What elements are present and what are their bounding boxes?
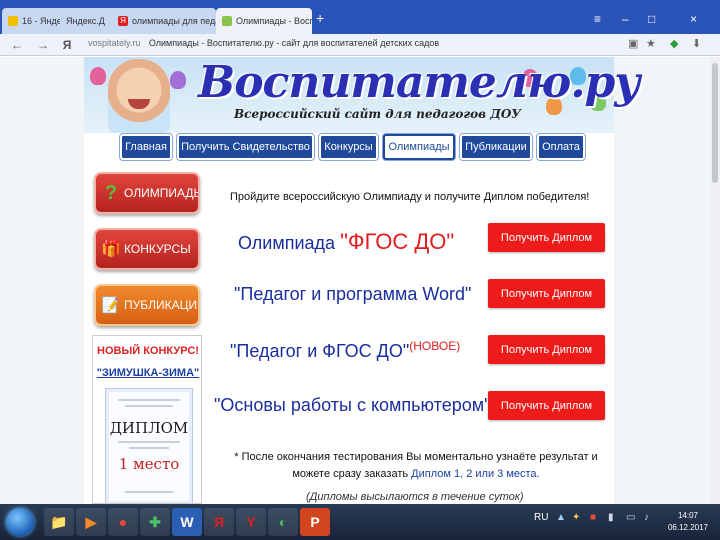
- diploma-preview: ДИПЛОМ 1 место: [105, 388, 193, 503]
- contest-link[interactable]: "ЗИМУШКА-ЗИМА": [93, 367, 201, 379]
- side-button-label: ОЛИМПИАДЫ: [124, 186, 200, 200]
- olympiad-prefix: Олимпиада: [238, 233, 341, 253]
- delivery-note: (Дипломы высылаются в течение суток): [306, 491, 524, 503]
- bookmark-star-icon[interactable]: ★: [646, 37, 656, 50]
- tab-yandex-2[interactable]: Яндекс.Д: [60, 8, 120, 34]
- yandex-browser-icon[interactable]: Y: [236, 508, 266, 536]
- chrome-icon[interactable]: ●: [108, 508, 138, 536]
- site-tagline: Всероссийский сайт для педагогов ДОУ: [234, 107, 522, 121]
- menu-item-olympiads[interactable]: Олимпиады: [383, 134, 455, 160]
- olympiad-title-4: "Основы работы с компьютером": [214, 395, 491, 415]
- menu-item-payment[interactable]: Оплата: [537, 134, 585, 160]
- media-player-icon[interactable]: ▶: [76, 508, 106, 536]
- tab-label: Олимпиады - Воспитател: [236, 16, 312, 26]
- battery-icon[interactable]: ▭: [626, 512, 635, 523]
- site-logo[interactable]: Воспитателю.ру: [198, 57, 641, 108]
- url-page-title: Олимпиады - Воспитателю.ру - сайт для во…: [148, 38, 440, 48]
- menu-icon[interactable]: ≡: [594, 12, 601, 26]
- site-tab-icon: [222, 16, 232, 26]
- get-diploma-button-2[interactable]: Получить Диплом: [488, 279, 605, 308]
- contest-banner[interactable]: НОВЫЙ КОНКУРС! "ЗИМУШКА-ЗИМА" ДИПЛОМ 1 м…: [92, 335, 202, 504]
- menu-item-certificate[interactable]: Получить Свидетельство: [177, 134, 314, 160]
- page-scrollbar[interactable]: [710, 57, 720, 504]
- yandex-tab-icon: [8, 16, 18, 26]
- start-button[interactable]: [6, 508, 34, 536]
- powerpoint-icon[interactable]: P: [300, 508, 330, 536]
- explorer-icon[interactable]: 📁: [44, 508, 74, 536]
- tray-app-icon[interactable]: ■: [590, 512, 596, 523]
- new-badge: (НОВОЕ): [409, 339, 461, 353]
- address-bar: ← → Я vospitately.ru Олимпиады - Воспита…: [0, 34, 720, 56]
- diploma-text-line: [118, 399, 180, 401]
- get-diploma-button-1[interactable]: Получить Диплом: [488, 223, 605, 252]
- contest-title: НОВЫЙ КОНКУРС!: [97, 345, 199, 357]
- side-button-olympiads[interactable]: ? ОЛИМПИАДЫ: [94, 172, 200, 214]
- diploma-word: ДИПЛОМ: [109, 419, 189, 437]
- diploma-text-line: [118, 441, 180, 443]
- browser-window: 16 - Яндекс.ре Яндекс.Д Я олимпиады для …: [0, 0, 720, 504]
- reader-icon[interactable]: ▣: [628, 37, 638, 50]
- forward-icon[interactable]: →: [34, 38, 52, 52]
- olympiad-name: "Педагог и ФГОС ДО": [230, 341, 410, 361]
- diploma-place: 1 место: [118, 455, 180, 473]
- result-note: * После окончания тестирования Вы момент…: [230, 449, 602, 483]
- menu-item-publications[interactable]: Публикации: [460, 134, 532, 160]
- side-button-label: КОНКУРСЫ: [124, 242, 191, 256]
- minimize-icon[interactable]: –: [622, 12, 629, 26]
- menu-item-home[interactable]: Главная: [120, 134, 172, 160]
- olympiad-name: "ФГОС ДО": [340, 229, 455, 254]
- app-icon[interactable]: ✚: [140, 508, 170, 536]
- web-page: Воспитателю.ру Всероссийский сайт для пе…: [0, 57, 720, 504]
- windows-taskbar: 📁 ▶ ● ✚ W Я Y ◐ P RU ▲ ✦ ■ ▮ ▭ ♪ 14:07 0…: [0, 504, 720, 540]
- tab-olympiads[interactable]: Олимпиады - Воспитател ×: [216, 8, 312, 34]
- url-field[interactable]: vospitately.ru Олимпиады - Воспитателю.р…: [88, 38, 439, 48]
- diploma-text-line: [129, 447, 169, 449]
- clock-date: 06.12.2017: [667, 523, 709, 532]
- yandex-tab-icon: Я: [118, 16, 128, 26]
- yandex-home-icon[interactable]: Я: [58, 38, 76, 52]
- diploma-text-line: [125, 405, 173, 407]
- menu-item-contests[interactable]: Конкурсы: [319, 134, 378, 160]
- get-diploma-button-4[interactable]: Получить Диплом: [488, 391, 605, 420]
- download-icon[interactable]: ⬇: [692, 37, 701, 50]
- tab-label: олимпиады для педагогов: [132, 16, 216, 26]
- question-icon: ?: [104, 181, 118, 204]
- olympiad-title-2: "Педагог и программа Word": [234, 284, 472, 304]
- decor-hand: [90, 67, 106, 85]
- document-pen-icon: 📝: [101, 297, 121, 314]
- olympiad-title-1: Олимпиада "ФГОС ДО": [238, 229, 454, 255]
- tab-bar: 16 - Яндекс.ре Яндекс.Д Я олимпиады для …: [0, 0, 720, 34]
- side-button-publications[interactable]: 📝 ПУБЛИКАЦИИ: [94, 284, 200, 326]
- maximize-icon[interactable]: □: [648, 12, 655, 26]
- system-clock[interactable]: 14:07 06.12.2017: [666, 510, 710, 534]
- get-diploma-button-3[interactable]: Получить Диплом: [488, 335, 605, 364]
- tab-search[interactable]: Я олимпиады для педагогов: [112, 8, 216, 34]
- close-window-icon[interactable]: ×: [690, 12, 697, 26]
- clock-time: 14:07: [677, 511, 699, 520]
- language-indicator[interactable]: RU: [534, 512, 548, 523]
- extension-icon[interactable]: ◆: [670, 37, 678, 50]
- scrollbar-thumb[interactable]: [712, 63, 718, 183]
- tab-label: Яндекс.Д: [66, 16, 105, 26]
- diploma-places-link[interactable]: Диплом 1, 2 или 3 места.: [411, 468, 539, 480]
- olympiad-title-3: "Педагог и ФГОС ДО"(НОВОЕ): [230, 339, 460, 362]
- back-icon[interactable]: ←: [8, 38, 26, 52]
- side-button-label: ПУБЛИКАЦИИ: [124, 298, 200, 312]
- intro-text: Пройдите всероссийскую Олимпиаду и получ…: [230, 191, 590, 203]
- green-app-icon[interactable]: ◐: [268, 508, 298, 536]
- network-icon[interactable]: ▮: [608, 512, 614, 523]
- tray-app-icon[interactable]: ✦: [572, 512, 580, 523]
- new-tab-button[interactable]: +: [316, 10, 324, 26]
- gift-icon: 🎁: [101, 241, 121, 258]
- decor-hand: [170, 71, 186, 89]
- tray-arrow-icon[interactable]: ▲: [556, 512, 566, 523]
- url-domain: vospitately.ru: [88, 38, 141, 48]
- yandex-icon[interactable]: Я: [204, 508, 234, 536]
- word-icon[interactable]: W: [172, 508, 202, 536]
- child-photo: [108, 59, 170, 133]
- side-button-contests[interactable]: 🎁 КОНКУРСЫ: [94, 228, 200, 270]
- diploma-text-line: [125, 491, 173, 493]
- volume-icon[interactable]: ♪: [644, 512, 649, 523]
